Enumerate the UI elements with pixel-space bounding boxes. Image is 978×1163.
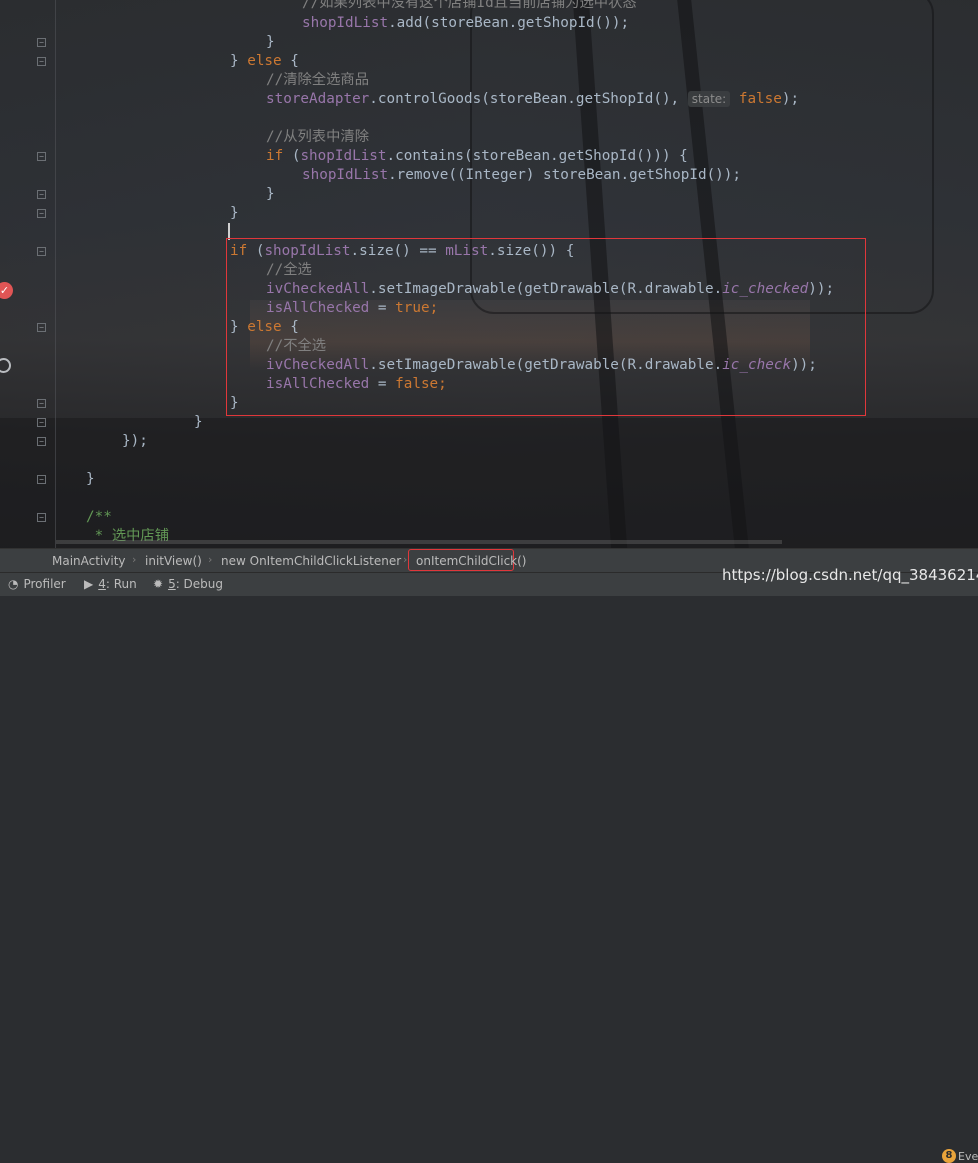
fold-icon[interactable]: − [37,475,46,484]
code-token: .add(storeBean.getShopId()); [388,15,630,31]
highlight-annotation [226,238,866,416]
code-token: //清除全选商品 [266,72,369,88]
code-token: false [738,91,782,107]
code-line[interactable]: storeAdapter.controlGoods(storeBean.getS… [266,90,799,109]
code-token: /** [86,509,112,525]
breadcrumb-item-listener[interactable]: new OnItemChildClickListener [221,554,401,568]
fold-icon[interactable]: − [37,247,46,256]
code-token: shopIdList [300,148,387,164]
code-line[interactable]: //如果列表中没有这个店铺Id且当前店铺为选中状态 [302,0,637,13]
code-line[interactable]: } [266,185,275,204]
fold-icon[interactable]: − [37,152,46,161]
event-log-badge[interactable]: 8 [942,1149,956,1163]
code-token: if [266,148,284,164]
chevron-right-icon: › [208,553,213,566]
editor-gutter[interactable]: − − − − − − − − − − − − ✓ [0,0,55,548]
code-token: } [266,34,275,50]
run-shortcut: 4 [98,577,106,591]
code-line[interactable]: } [230,204,239,223]
code-token: shopIdList [302,15,389,31]
fold-icon[interactable]: − [37,209,46,218]
fold-icon[interactable]: − [37,437,46,446]
code-token: } [266,186,275,202]
play-icon: ▶ [84,577,94,591]
event-log-button[interactable]: Eve [958,1150,978,1163]
run-label: : Run [105,577,137,591]
code-token: { [281,53,299,69]
debug-button[interactable]: ✹ 5: Debug [153,577,223,591]
code-token: .controlGoods(storeBean.getShopId(), [369,91,688,107]
debug-label: : Debug [175,577,224,591]
fold-icon[interactable]: − [37,190,46,199]
code-line[interactable]: /** [86,508,112,527]
code-token: else [247,53,282,69]
code-token: storeAdapter [266,91,370,107]
code-line[interactable]: } [266,33,275,52]
code-token: ) storeBean.getShopId()); [525,167,741,183]
breadcrumb-item-initview[interactable]: initView() [145,554,202,568]
horizontal-scrollbar[interactable] [56,540,782,544]
profiler-button[interactable]: ◔ Profiler [8,577,66,591]
gutter-divider [55,0,56,548]
code-token: //从列表中清除 [266,129,369,145]
breakpoint-check-icon[interactable]: ✓ [0,282,13,299]
code-token: .contains(storeBean.getShopId())) { [386,148,688,164]
code-line[interactable]: }); [122,432,148,451]
code-token: } [194,414,203,430]
code-token: } [230,53,248,69]
profiler-label: Profiler [23,577,66,591]
code-line[interactable]: //从列表中清除 [266,128,369,147]
code-token: ( [283,148,301,164]
fold-icon[interactable]: − [37,399,46,408]
parameter-hint: state: [687,91,731,107]
code-token: } [230,205,239,221]
code-line[interactable]: } [194,413,203,432]
gauge-icon: ◔ [8,577,19,591]
chevron-right-icon: › [403,553,408,566]
fold-icon[interactable]: − [37,38,46,47]
code-line[interactable]: shopIdList.add(storeBean.getShopId()); [302,14,629,33]
watermark: https://blog.csdn.net/qq_38436214 [722,566,978,584]
run-button[interactable]: ▶ 4: Run [84,577,137,591]
code-token: .remove(( [388,167,466,183]
fold-icon[interactable]: − [37,418,46,427]
code-token: //如果列表中没有这个店铺Id且当前店铺为选中状态 [302,0,637,11]
breadcrumb-item-mainactivity[interactable]: MainActivity [52,554,126,568]
fold-icon[interactable]: − [37,323,46,332]
code-token: ); [781,91,800,107]
code-line[interactable]: if (shopIdList.contains(storeBean.getSho… [266,147,688,166]
breadcrumb-item-onitemchildclick[interactable]: onItemChildClick() [416,554,527,568]
code-line[interactable]: } else { [230,52,299,71]
bug-icon: ✹ [153,577,164,591]
chevron-right-icon: › [132,553,137,566]
code-line[interactable]: //清除全选商品 [266,71,369,90]
code-token: shopIdList [302,167,389,183]
fold-icon[interactable]: − [37,57,46,66]
code-token: Integer [465,167,526,183]
fold-icon[interactable]: − [37,513,46,522]
code-token: }); [122,433,148,449]
breakpoint-empty-icon[interactable] [0,358,11,373]
code-line[interactable]: } [86,470,95,489]
debug-shortcut: 5 [168,577,176,591]
code-token: } [86,471,95,487]
code-line[interactable]: shopIdList.remove((Integer) storeBean.ge… [302,166,741,185]
